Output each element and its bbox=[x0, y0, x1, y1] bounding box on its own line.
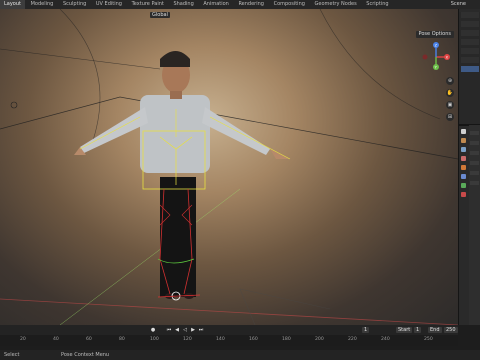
tab-uv-editing[interactable]: UV Editing bbox=[92, 0, 126, 9]
object-tab-icon[interactable] bbox=[461, 165, 466, 170]
timeline-ruler[interactable]: 20 40 60 80 100 120 140 160 180 200 220 … bbox=[0, 335, 458, 346]
ruler-tick: 160 bbox=[249, 337, 258, 342]
play-reverse-icon[interactable]: ◁ bbox=[182, 327, 188, 333]
start-frame-label: Start bbox=[396, 327, 413, 333]
property-row[interactable] bbox=[470, 141, 479, 145]
outliner-row[interactable] bbox=[461, 48, 479, 54]
end-frame-label: End bbox=[428, 327, 442, 333]
timeline-header: ● ⏮ ◀ ◁ ▶ ⏭ 1 Start 1 End 250 bbox=[0, 325, 458, 335]
jump-end-icon[interactable]: ⏭ bbox=[198, 327, 204, 333]
outliner-row-selected[interactable] bbox=[461, 66, 479, 72]
outliner-row[interactable] bbox=[461, 57, 479, 63]
pan-hand-icon[interactable]: ✋ bbox=[446, 89, 454, 97]
scene-selector[interactable]: Scene bbox=[451, 1, 466, 8]
property-row[interactable] bbox=[470, 181, 479, 185]
output-tab-icon[interactable] bbox=[461, 147, 466, 152]
current-frame-field[interactable]: 1 bbox=[362, 327, 370, 333]
ruler-tick: 180 bbox=[282, 337, 291, 342]
tab-compositing[interactable]: Compositing bbox=[270, 0, 309, 9]
navigation-gizmo[interactable]: X Z Y bbox=[420, 41, 452, 73]
end-frame-field[interactable]: 250 bbox=[444, 327, 458, 333]
camera-view-icon[interactable]: ▣ bbox=[446, 101, 454, 109]
tab-rendering[interactable]: Rendering bbox=[234, 0, 268, 9]
ruler-tick: 140 bbox=[216, 337, 225, 342]
play-icon[interactable]: ▶ bbox=[190, 327, 196, 333]
outliner-row[interactable] bbox=[461, 21, 479, 27]
tool-tab-icon[interactable] bbox=[461, 129, 466, 134]
ruler-tick: 20 bbox=[20, 337, 26, 342]
right-panels bbox=[458, 9, 480, 325]
tab-shading[interactable]: Shading bbox=[169, 0, 197, 9]
grid-perspective-icon[interactable]: ⊞ bbox=[446, 113, 454, 121]
ruler-tick: 200 bbox=[315, 337, 324, 342]
viewport-header: Global bbox=[0, 9, 458, 21]
modifier-tab-icon[interactable] bbox=[461, 174, 466, 179]
ruler-tick: 240 bbox=[381, 337, 390, 342]
status-left-text: Select bbox=[4, 352, 20, 358]
status-mid-text: Pose Context Menu bbox=[61, 352, 110, 358]
pose-options-dropdown[interactable]: Pose Options bbox=[415, 31, 454, 38]
ruler-tick: 60 bbox=[86, 337, 92, 342]
render-tab-icon[interactable] bbox=[461, 138, 466, 143]
prev-keyframe-icon[interactable]: ◀ bbox=[174, 327, 180, 333]
tab-animation[interactable]: Animation bbox=[199, 0, 233, 9]
zoom-icon[interactable]: ⊕ bbox=[446, 77, 454, 85]
tab-layout[interactable]: Layout bbox=[0, 0, 25, 9]
scene-render bbox=[0, 9, 458, 325]
start-frame-field[interactable]: 1 bbox=[414, 327, 422, 333]
status-bar: Select Pose Context Menu bbox=[0, 350, 480, 360]
ruler-tick: 120 bbox=[183, 337, 192, 342]
transform-orientation-dropdown[interactable]: Global bbox=[150, 12, 170, 18]
outliner[interactable] bbox=[459, 12, 480, 126]
3d-viewport[interactable]: Global Pose Options X Z Y ⊕ ✋ ▣ ⊞ bbox=[0, 9, 458, 325]
record-icon[interactable]: ● bbox=[150, 327, 156, 333]
ruler-tick: 40 bbox=[53, 337, 59, 342]
outliner-row[interactable] bbox=[461, 30, 479, 36]
ruler-tick: 80 bbox=[119, 337, 125, 342]
properties-tabs bbox=[459, 125, 468, 201]
tab-modeling[interactable]: Modeling bbox=[27, 0, 58, 9]
scene-tab-icon[interactable] bbox=[461, 156, 466, 161]
tab-geometry-nodes[interactable]: Geometry Nodes bbox=[311, 0, 361, 9]
tab-sculpting[interactable]: Sculpting bbox=[59, 0, 90, 9]
outliner-row[interactable] bbox=[461, 39, 479, 45]
property-row[interactable] bbox=[470, 151, 479, 155]
tab-scripting[interactable]: Scripting bbox=[362, 0, 392, 9]
ruler-tick: 100 bbox=[150, 337, 159, 342]
property-row[interactable] bbox=[470, 171, 479, 175]
armature-tab-icon[interactable] bbox=[461, 183, 466, 188]
material-tab-icon[interactable] bbox=[461, 192, 466, 197]
outliner-row[interactable] bbox=[461, 12, 479, 18]
ruler-tick: 250 bbox=[424, 337, 433, 342]
properties-editor[interactable] bbox=[469, 125, 480, 325]
top-bar: Layout Modeling Sculpting UV Editing Tex… bbox=[0, 0, 480, 9]
property-row[interactable] bbox=[470, 161, 479, 165]
tab-texture-paint[interactable]: Texture Paint bbox=[128, 0, 168, 9]
ruler-tick: 220 bbox=[348, 337, 357, 342]
property-row[interactable] bbox=[470, 131, 479, 135]
jump-start-icon[interactable]: ⏮ bbox=[166, 327, 172, 333]
